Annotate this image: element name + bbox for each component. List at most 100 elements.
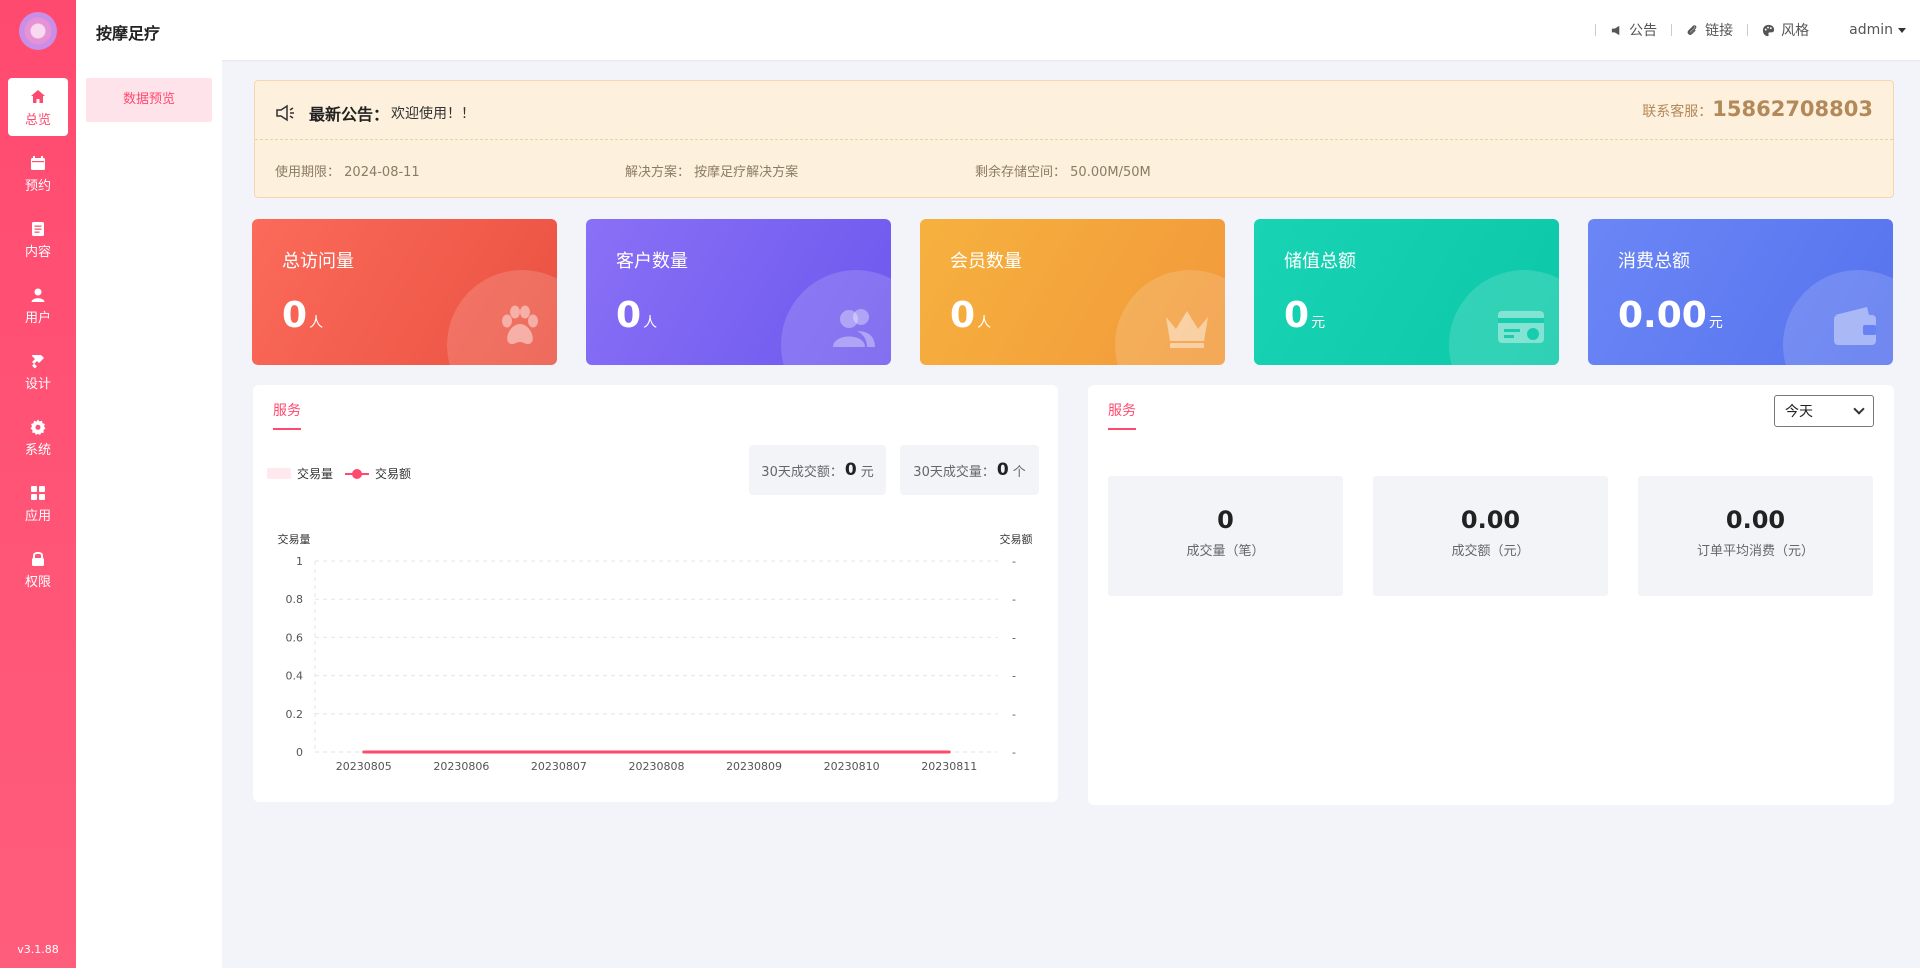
stat-title: 消费总额 — [1618, 251, 1690, 272]
stat-unit: 人 — [309, 315, 324, 331]
stat-card-visits: 总访问量 0人 — [252, 219, 557, 365]
nav-appointment[interactable]: 预约 — [8, 144, 68, 202]
nav-label: 权限 — [24, 575, 51, 590]
stat-unit: 元 — [1708, 315, 1723, 331]
notice-panel: 最新公告： 欢迎使用！！ 联系客服： 15862708803 使用期限： 202… — [254, 80, 1894, 198]
expiry-label: 使用期限： — [275, 165, 341, 180]
user-menu[interactable]: admin — [1849, 22, 1906, 38]
stat-title: 会员数量 — [950, 251, 1022, 272]
stat-title: 客户数量 — [616, 251, 688, 272]
megaphone-icon — [276, 104, 294, 122]
gear-icon — [30, 419, 46, 435]
y-tick-label: 0.8 — [286, 593, 304, 606]
y2-tick-label: - — [1012, 555, 1016, 568]
stat-title: 储值总额 — [1284, 251, 1356, 272]
y-tick-label: 0.4 — [286, 670, 304, 683]
subnav-item-data-preview[interactable]: 数据预览 — [86, 78, 212, 122]
stat-number: 0 — [282, 295, 308, 336]
metric-label: 成交量（笔） — [1186, 544, 1265, 559]
service-line-chart: 交易量 交易额 0 - 0.2 - 0.4 - 0.6 - 0.8 - 1 - 20230805 2023… — [278, 532, 1033, 773]
y2-tick-label: - — [1012, 708, 1016, 721]
x-tick-label: 20230808 — [629, 760, 685, 773]
stat-number: 0 — [616, 295, 642, 336]
amount-point — [459, 750, 463, 754]
nav-content[interactable]: 内容 — [8, 210, 68, 268]
app-title: 按摩足疗 — [96, 24, 161, 43]
metric-value: 0 — [1217, 506, 1234, 534]
palette-icon — [1763, 24, 1775, 36]
links-link[interactable]: 链接 — [1686, 20, 1733, 40]
app-logo[interactable] — [19, 12, 57, 50]
stat-card-deposits: 储值总额 0元 — [1254, 219, 1559, 365]
version-label: v3.1.88 — [17, 943, 59, 956]
panel-title: 服务 — [1108, 403, 1136, 419]
nav-overview[interactable]: 总览 — [8, 78, 68, 136]
stat-card-customers: 客户数量 0人 — [586, 219, 891, 365]
username: admin — [1849, 22, 1893, 38]
nav-users[interactable]: 用户 — [8, 276, 68, 334]
metric-value: 0.00 — [1725, 506, 1786, 534]
divider — [1595, 24, 1597, 36]
crown-icon — [1166, 311, 1208, 348]
storage-info: 剩余存储空间： 50.00M/50M — [975, 161, 1151, 180]
stat-value: 0人 — [950, 295, 991, 336]
stat-number: 0.00 — [1618, 295, 1707, 336]
contact-label: 联系客服： — [1642, 104, 1713, 120]
amount-point — [850, 750, 854, 754]
amount-point — [557, 750, 561, 754]
stat-value: 0.00 元 — [1618, 295, 1723, 336]
y-axis-label: 交易量 — [278, 532, 311, 546]
nav-label: 应用 — [24, 509, 51, 524]
stat-title: 总访问量 — [282, 251, 354, 272]
stat-value: 0元 — [1284, 295, 1325, 336]
main-sidebar: 总览 预约 内容 用户 设计 系统 应用 权限 v3.1.88 — [0, 0, 76, 968]
announcement-link[interactable]: 公告 — [1610, 20, 1657, 40]
caret-down-icon — [1898, 27, 1906, 33]
style-label: 风格 — [1781, 23, 1810, 39]
amount-point — [752, 750, 756, 754]
nav-permissions[interactable]: 权限 — [8, 540, 68, 598]
wallet-icon — [1834, 307, 1876, 345]
y-tick-label: 0.6 — [286, 631, 304, 644]
nav-design[interactable]: 设计 — [8, 342, 68, 400]
notice-message: 欢迎使用！！ — [391, 106, 476, 122]
contact-service: 联系客服： 15862708803 — [1642, 97, 1873, 121]
selected-range: 今天 — [1785, 404, 1813, 420]
y2-tick-label: - — [1012, 593, 1016, 606]
y-tick-label: 1 — [296, 555, 303, 568]
storage-value: 50.00M/50M — [1070, 165, 1151, 180]
calendar-icon — [31, 156, 45, 170]
nav-label: 设计 — [24, 377, 51, 392]
stat-value: 0人 — [282, 295, 323, 336]
stat-number: 0 — [950, 295, 976, 336]
metric-label: 成交额（元） — [1451, 544, 1530, 559]
stat-number: 0 — [1284, 295, 1310, 336]
stat-unit: 元 — [1311, 315, 1326, 331]
storage-label: 剩余存储空间： — [975, 165, 1067, 180]
date-range-select[interactable]: 今天 — [1774, 395, 1874, 427]
x-tick-label: 20230809 — [726, 760, 782, 773]
x-tick-label: 20230810 — [824, 760, 880, 773]
x-tick-label: 20230805 — [336, 760, 392, 773]
notice-title: 最新公告： — [309, 105, 390, 124]
y2-axis-label: 交易额 — [1000, 532, 1033, 546]
style-link[interactable]: 风格 — [1762, 20, 1809, 40]
paperclip-icon — [1687, 24, 1697, 35]
y-tick-label: 0 — [296, 746, 303, 759]
nav-label: 预约 — [24, 179, 51, 194]
y2-tick-label: - — [1012, 746, 1016, 759]
top-header: 按摩足疗 公告 链接 风格 admin — [76, 0, 1920, 60]
nav-apps[interactable]: 应用 — [8, 474, 68, 532]
grid-icon — [31, 486, 45, 500]
stat-unit: 人 — [643, 315, 658, 331]
nav-label: 内容 — [24, 245, 51, 260]
nav-label: 用户 — [24, 311, 51, 326]
paw-icon — [502, 305, 538, 345]
y2-tick-label: - — [1012, 631, 1016, 644]
user-icon — [31, 288, 45, 302]
stat-card-consumption: 消费总额 0.00 元 — [1588, 219, 1893, 365]
nav-system[interactable]: 系统 — [8, 408, 68, 466]
amount-point — [947, 750, 951, 754]
service-summary-panel: 服务 今天 0 成交量（笔） 0.00 成交额（元） 0.00 订单平均消费（元… — [1088, 385, 1894, 805]
divider — [1671, 24, 1673, 36]
